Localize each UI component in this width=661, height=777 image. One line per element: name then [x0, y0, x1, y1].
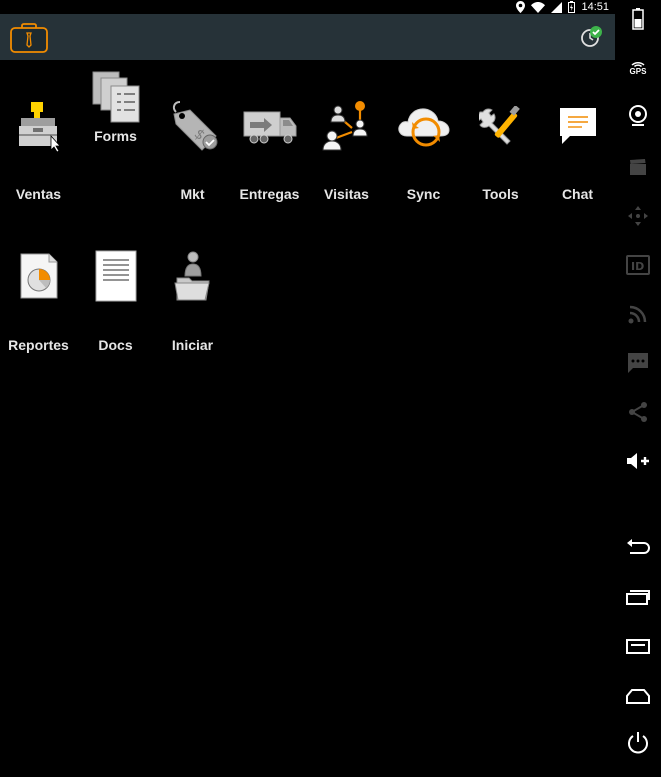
tile-label: Reportes — [8, 337, 69, 353]
tile-ventas[interactable]: Ventas — [0, 60, 77, 210]
clock: 14:51 — [581, 1, 609, 13]
tile-label: Iniciar — [171, 337, 214, 353]
menu-icon[interactable] — [623, 633, 653, 659]
tile-label: Chat — [561, 186, 594, 202]
tile-label: Forms — [94, 128, 137, 144]
report-chart-icon — [19, 252, 59, 305]
battery-icon[interactable] — [623, 6, 653, 32]
back-icon[interactable] — [623, 534, 653, 560]
tile-label: Visitas — [324, 186, 369, 202]
tile-chat[interactable]: Chat — [539, 60, 616, 210]
tools-icon — [476, 105, 523, 151]
system-side-rail: GPS ID — [615, 0, 661, 777]
clapperboard-icon[interactable] — [623, 154, 653, 180]
power-icon[interactable] — [623, 730, 653, 756]
tile-visitas[interactable]: Visitas — [308, 60, 385, 210]
tile-label: Docs — [98, 337, 133, 353]
dpad-move-icon[interactable] — [623, 203, 653, 229]
battery-charging-icon — [568, 1, 576, 13]
user-folder-icon — [173, 250, 213, 307]
truck-icon — [242, 108, 298, 151]
app-logo-briefcase-icon[interactable] — [9, 22, 49, 54]
gps-label: GPS — [629, 66, 647, 76]
wifi-icon — [531, 1, 546, 13]
tile-iniciar[interactable]: Iniciar — [154, 210, 231, 360]
location-icon — [516, 1, 526, 13]
app-header — [0, 14, 615, 60]
cash-register-icon — [17, 100, 61, 157]
cell-signal-icon — [551, 1, 563, 13]
tile-label: Entregas — [239, 186, 300, 202]
status-bar: 14:51 — [0, 0, 615, 14]
id-label: ID — [631, 260, 644, 273]
rss-feed-icon[interactable] — [623, 301, 653, 327]
price-tag-icon: $ — [166, 98, 220, 157]
chat-icon — [558, 106, 598, 151]
cloud-sync-icon — [395, 102, 453, 155]
volume-up-icon[interactable] — [623, 448, 653, 474]
tile-forms[interactable]: Forms — [77, 60, 154, 210]
visits-network-icon — [318, 98, 376, 157]
tile-tools[interactable]: Tools — [462, 60, 539, 210]
tile-mkt[interactable]: $ Mkt — [154, 60, 231, 210]
forms-icon — [91, 70, 141, 129]
tile-label: Tools — [482, 186, 519, 202]
tile-sync[interactable]: Sync — [385, 60, 462, 210]
tile-reportes[interactable]: Reportes — [0, 210, 77, 360]
sync-status-ok-icon[interactable] — [579, 25, 603, 49]
gps-icon[interactable]: GPS — [623, 54, 653, 80]
webcam-icon[interactable] — [623, 103, 653, 129]
share-icon[interactable] — [623, 399, 653, 425]
sms-message-icon[interactable] — [623, 350, 653, 376]
document-icon — [95, 250, 137, 307]
tile-label: Mkt — [180, 186, 205, 202]
tile-docs[interactable]: Docs — [77, 210, 154, 360]
recent-apps-icon[interactable] — [623, 584, 653, 610]
tile-label: Ventas — [15, 186, 62, 202]
tile-entregas[interactable]: Entregas — [231, 60, 308, 210]
tile-label: Sync — [406, 186, 441, 202]
id-card-icon[interactable]: ID — [623, 252, 653, 278]
home-icon[interactable] — [623, 683, 653, 709]
app-grid: Ventas Forms $ Mkt Entregas Visitas Sync… — [0, 60, 615, 777]
